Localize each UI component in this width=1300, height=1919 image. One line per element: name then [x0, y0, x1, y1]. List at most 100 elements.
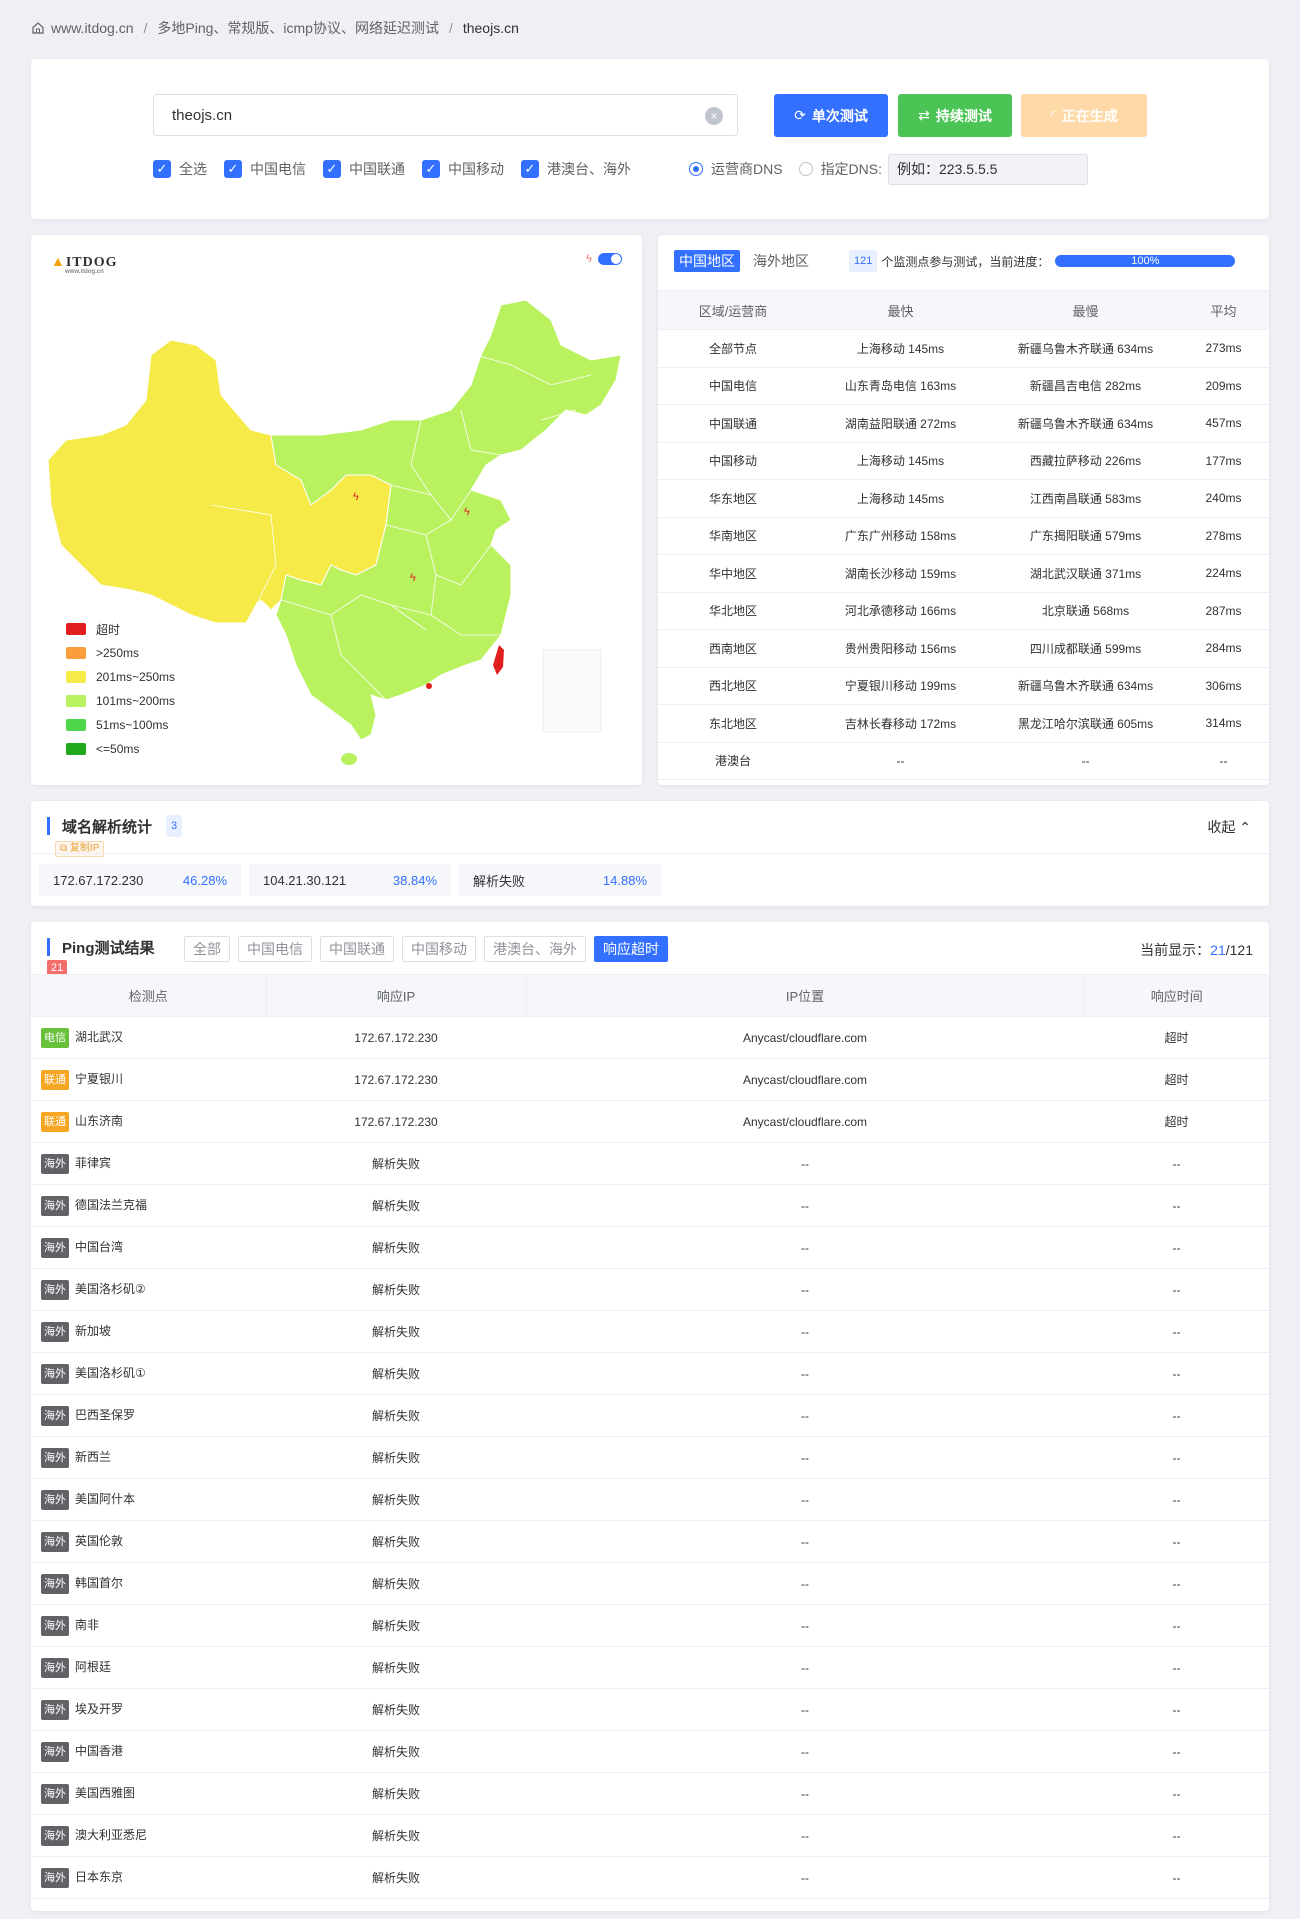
- ping-node-name: 日本东京: [75, 1869, 124, 1884]
- ping-row: 海外 南非 解析失败 -- --: [31, 1604, 1269, 1647]
- stats-slowest: 西藏拉萨移动 226ms: [993, 442, 1178, 480]
- filter-tab-overseas[interactable]: 港澳台、海外: [484, 936, 586, 962]
- generating-button[interactable]: ◜ 正在生成: [1021, 94, 1147, 137]
- clear-icon[interactable]: ×: [705, 107, 723, 125]
- stats-region: 全部节点: [658, 329, 808, 368]
- breadcrumb-home-link[interactable]: www.itdog.cn: [51, 20, 133, 36]
- ping-response-time: --: [1084, 1226, 1269, 1269]
- breadcrumb-separator: /: [143, 20, 148, 36]
- ping-node-name: 埃及开罗: [75, 1701, 124, 1716]
- ping-ip-location: --: [526, 1310, 1084, 1353]
- refresh-icon: ⟳: [794, 107, 806, 123]
- isp-badge: 电信: [41, 1027, 69, 1048]
- ping-ip-location: --: [526, 1478, 1084, 1521]
- ping-response-time: 超时: [1084, 1016, 1269, 1059]
- progress-text: 个监测点参与测试，当前进度：: [881, 254, 1050, 269]
- filter-tab-all[interactable]: 全部: [184, 936, 230, 962]
- ping-node-name: 英国伦敦: [75, 1533, 124, 1548]
- breadcrumb-current: theojs.cn: [462, 20, 519, 36]
- ping-node-cell: 海外 菲律宾: [31, 1142, 266, 1185]
- legend-label: >250ms: [96, 646, 140, 660]
- radio-label: 指定DNS:: [820, 161, 883, 177]
- timeout-marker-icon: ϟ: [410, 572, 416, 584]
- ping-node-cell: 海外 埃及开罗: [31, 1688, 266, 1731]
- copy-ip-button[interactable]: ⧉ 复制IP: [55, 841, 105, 857]
- stats-average: 177ms: [1178, 442, 1269, 480]
- ping-ip-location: Anycast/cloudflare.com: [526, 1058, 1084, 1101]
- stats-region: 中国电信: [658, 367, 808, 405]
- showing-current: 21: [1210, 942, 1226, 958]
- checkbox-label: 港澳台、海外: [547, 161, 631, 177]
- stats-average: --: [1178, 742, 1269, 780]
- ping-response-time: --: [1084, 1394, 1269, 1437]
- stats-slowest: 黑龙江哈尔滨联通 605ms: [993, 704, 1178, 743]
- isp-badge: 海外: [41, 1783, 69, 1804]
- single-test-button[interactable]: ⟳ 单次测试: [774, 94, 888, 137]
- ping-ip-location: --: [526, 1772, 1084, 1815]
- domain-input[interactable]: theojs.cn ×: [153, 94, 738, 136]
- ping-node-name: 美国洛杉矶②: [75, 1281, 146, 1296]
- checkbox-mobile[interactable]: ✓ 中国移动: [422, 159, 504, 179]
- ping-response-ip: 解析失败: [266, 1604, 526, 1647]
- radio-custom-dns[interactable]: 指定DNS:: [798, 159, 883, 179]
- ping-response-ip: 解析失败: [266, 1688, 526, 1731]
- ping-node-name: 山东济南: [75, 1113, 124, 1128]
- radio-isp-dns[interactable]: 运营商DNS: [689, 159, 783, 179]
- filter-tab-telecom[interactable]: 中国电信: [238, 936, 312, 962]
- ping-node-name: 美国洛杉矶①: [75, 1365, 146, 1380]
- ping-row: 电信 湖北武汉 172.67.172.230 Anycast/cloudflare.c…: [31, 1016, 1269, 1059]
- continuous-test-button[interactable]: ⇄ 持续测试: [898, 94, 1012, 137]
- collapse-button[interactable]: 收起 ⌃: [1207, 817, 1251, 837]
- ping-node-name: 美国阿什本: [75, 1491, 136, 1506]
- ping-row: 海外 美国阿什本 解析失败 -- --: [31, 1478, 1269, 1521]
- stats-region: 西南地区: [658, 629, 808, 668]
- ping-node-cell: 海外 巴西圣保罗: [31, 1394, 266, 1437]
- stats-row: 中国联通 湖南益阳联通 272ms 新疆乌鲁木齐联通 634ms 457ms: [658, 404, 1269, 443]
- progress-value: 100%: [1131, 255, 1160, 267]
- dns-card: 域名解析统计 3 ⧉ 复制IP 收起 ⌃ 172.67.172.230 46.28…: [31, 801, 1269, 906]
- ping-node-cell: 海外 德国法兰克福: [31, 1184, 266, 1227]
- stats-average: 273ms: [1178, 329, 1269, 368]
- radio-label: 运营商DNS: [711, 161, 783, 177]
- stats-average: 287ms: [1178, 592, 1269, 630]
- ping-node-cell: 联通 山东济南: [31, 1100, 266, 1143]
- checkbox-telecom[interactable]: ✓ 中国电信: [224, 159, 306, 179]
- ping-node-name: 韩国首尔: [75, 1575, 124, 1590]
- ping-node-cell: 海外 日本东京: [31, 1856, 266, 1899]
- legend-item: 51ms~100ms: [66, 713, 175, 737]
- stats-fastest: 吉林长春移动 172ms: [808, 704, 993, 743]
- ping-node-name: 中国香港: [75, 1743, 124, 1758]
- filter-tab-mobile[interactable]: 中国移动: [402, 936, 476, 962]
- breadcrumb-section-link[interactable]: 多地Ping、常规版、icmp协议、网络延迟测试: [157, 18, 439, 38]
- filter-tab-unicom[interactable]: 中国联通: [320, 936, 394, 962]
- custom-dns-input[interactable]: 例如：223.5.5.5: [888, 153, 1089, 185]
- checkbox-label: 全选: [179, 161, 207, 177]
- stats-average: 306ms: [1178, 667, 1269, 705]
- checkbox-overseas[interactable]: ✓ 港澳台、海外: [521, 159, 631, 179]
- loop-icon: ⇄: [918, 107, 930, 123]
- dns-title-text: 域名解析统计: [62, 818, 153, 836]
- stats-fastest: 上海移动 145ms: [808, 479, 993, 518]
- legend-swatch: [66, 623, 86, 635]
- tab-china[interactable]: 中国地区: [674, 250, 740, 272]
- tab-overseas[interactable]: 海外地区: [753, 251, 809, 271]
- legend-swatch: [66, 719, 86, 731]
- ping-node-cell: 海外 美国洛杉矶①: [31, 1352, 266, 1395]
- ping-response-ip: 解析失败: [266, 1562, 526, 1605]
- checkbox-select-all[interactable]: ✓ 全选: [153, 159, 207, 179]
- legend-item: >250ms: [66, 641, 175, 665]
- ping-node-name: 澳大利亚悉尼: [75, 1827, 148, 1842]
- filter-tab-timeout[interactable]: 响应超时: [594, 936, 668, 962]
- dns-result-item: 172.67.172.230 46.28%: [39, 864, 241, 896]
- checkbox-unicom[interactable]: ✓ 中国联通: [323, 159, 405, 179]
- ping-response-ip: 172.67.172.230: [266, 1058, 526, 1101]
- ping-row: 海外 阿根廷 解析失败 -- --: [31, 1646, 1269, 1689]
- dns-percent: 46.28%: [182, 872, 227, 888]
- stats-header: 最慢: [993, 290, 1178, 330]
- dns-percent: 14.88%: [602, 872, 647, 888]
- ping-row: 海外 美国洛杉矶② 解析失败 -- --: [31, 1268, 1269, 1311]
- legend-label: 51ms~100ms: [96, 718, 169, 732]
- search-card: theojs.cn × ⟳ 单次测试 ⇄ 持续测试 ◜ 正在生成 ✓ 全选 ✓ 中国电信 …: [31, 59, 1269, 219]
- check-icon: ✓: [153, 160, 171, 178]
- stats-fastest: 贵州贵阳移动 156ms: [808, 629, 993, 668]
